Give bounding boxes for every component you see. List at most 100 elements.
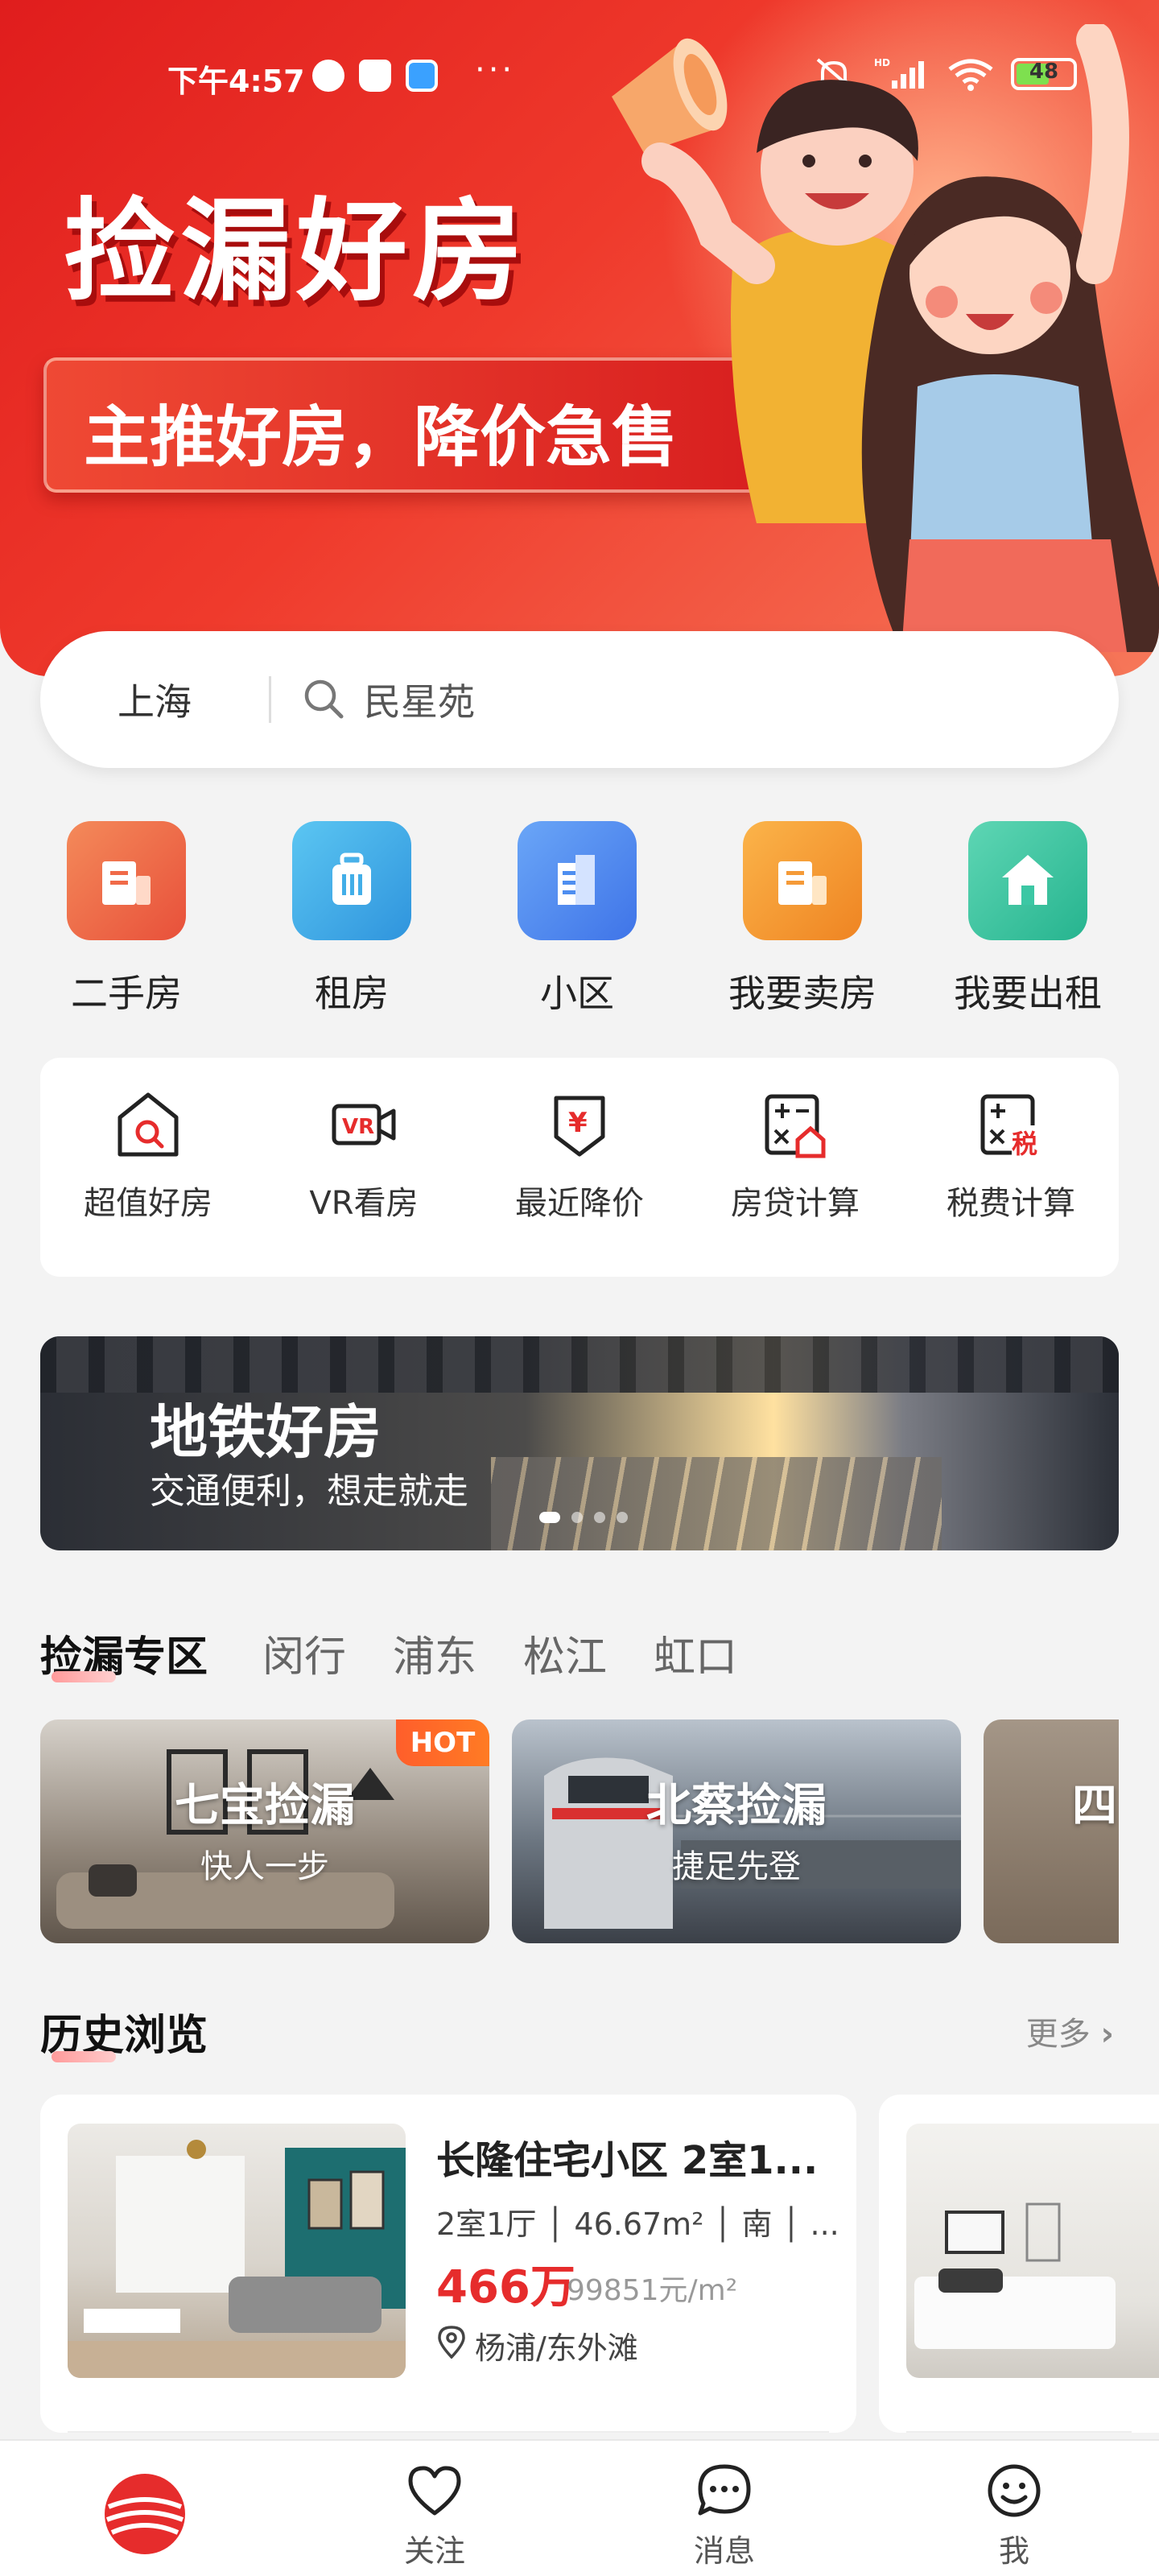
svg-text:税: 税 — [1012, 1129, 1037, 1159]
heart-icon — [408, 2466, 461, 2516]
app-page: 下午4:57 ··· HD 48 捡漏好房 主推好房，降价急售 上海 民星苑 二… — [0, 0, 1159, 2576]
zone-card-partial[interactable]: 四 — [984, 1719, 1119, 1943]
category-label: 二手房 — [71, 972, 182, 1015]
logo-icon — [105, 2474, 185, 2554]
bottom-tab-bar: 关注 消息 我 — [0, 2439, 1159, 2576]
banner-pagination — [539, 1512, 628, 1523]
cloud-icon — [359, 60, 391, 92]
category-row: 二手房 租房 小区 我要卖房 我要出租 — [0, 821, 1159, 1015]
pagination-dot — [617, 1512, 628, 1523]
hot-badge: HOT — [396, 1719, 489, 1766]
living-room-photo — [68, 2140, 406, 2378]
house-search-icon — [118, 1092, 179, 1157]
search-input[interactable]: 民星苑 — [364, 673, 475, 726]
metro-banner[interactable]: 地铁好房 交通便利，想走就走 — [40, 1336, 1119, 1550]
tab-minhang[interactable]: 闵行 — [262, 1623, 346, 1683]
tab-label: 我 — [998, 2533, 1029, 2569]
house-title: 长隆住宅小区 2室1... — [436, 2138, 819, 2183]
tab-favorites[interactable]: 关注 — [354, 2462, 515, 2570]
zone-card-title: 四 — [1072, 1780, 1117, 1832]
mortgage-calculator-icon — [765, 1094, 826, 1158]
tool-label: 超值好房 — [84, 1185, 212, 1222]
category-lease-out[interactable]: 我要出租 — [915, 821, 1140, 1018]
tool-label: VR看房 — [309, 1185, 419, 1222]
category-label: 租房 — [315, 972, 389, 1015]
tax-calculator-icon: 税 — [980, 1094, 1044, 1159]
tab-pudong[interactable]: 浦东 — [393, 1623, 476, 1683]
category-second-hand[interactable]: 二手房 — [14, 821, 239, 1018]
history-card[interactable]: 长隆住宅小区 2室1... 2室1厅 │ 46.67m² │ 南 │ ... 4… — [40, 2095, 856, 2433]
tab-songjiang[interactable]: 松江 — [523, 1623, 607, 1683]
house-specs: 2室1厅 │ 46.67m² │ 南 │ ... — [436, 2207, 839, 2242]
tab-label: 虹口 — [654, 1633, 738, 1682]
house-icon — [968, 821, 1087, 940]
chevron-right-icon: › — [1100, 2016, 1114, 2053]
location-pin-icon — [438, 2326, 465, 2359]
tab-hongkou[interactable]: 虹口 — [654, 1623, 737, 1683]
house-photo — [68, 2124, 406, 2378]
hero-banner[interactable]: 下午4:57 ··· HD 48 捡漏好房 主推好房，降价急售 — [0, 0, 1159, 676]
tab-underline — [52, 1671, 116, 1682]
zone-card-qibao[interactable]: 七宝捡漏 快人一步 HOT — [40, 1719, 489, 1943]
building-icon — [743, 821, 862, 940]
tab-label: 闵行 — [262, 1633, 347, 1682]
category-label: 我要卖房 — [728, 972, 876, 1015]
tool-vr-tour[interactable]: VR VR看房 — [256, 1090, 472, 1224]
more-label: 更多 — [1025, 2016, 1091, 2053]
bedroom-photo — [914, 2202, 1116, 2349]
svg-text:¥: ¥ — [568, 1107, 588, 1139]
tab-label: 松江 — [523, 1633, 608, 1682]
building-icon — [67, 821, 186, 940]
price-drop-icon: ¥ — [554, 1096, 605, 1157]
category-label: 小区 — [540, 972, 614, 1015]
zone-card-subtitle: 快人一步 — [200, 1848, 329, 1885]
zone-card-beicai[interactable]: 北蔡捡漏 捷足先登 — [512, 1719, 961, 1943]
status-time: 下午4:57 — [167, 64, 305, 99]
pagination-dot — [594, 1512, 605, 1523]
search-divider — [269, 676, 271, 723]
city-selector[interactable]: 上海 — [118, 673, 192, 726]
card-divider — [906, 2431, 1132, 2433]
tool-mortgage-calc[interactable]: 房贷计算 — [687, 1090, 903, 1224]
hero-illustration — [612, 24, 1159, 652]
house-location: 杨浦/东外滩 — [475, 2330, 638, 2366]
tool-label: 税费计算 — [947, 1185, 1075, 1222]
history-card-partial[interactable] — [879, 2095, 1159, 2433]
category-rent[interactable]: 租房 — [239, 821, 464, 1018]
house-price: 466万 — [436, 2261, 575, 2314]
tool-value-houses[interactable]: 超值好房 — [40, 1090, 256, 1224]
hero-subtitle: 主推好房，降价急售 — [84, 399, 678, 476]
tool-tax-calc[interactable]: 税 税费计算 — [903, 1090, 1119, 1224]
smile-icon — [988, 2464, 1041, 2517]
house-unit-price: 99851元/m² — [567, 2274, 738, 2307]
category-label: 我要出租 — [954, 972, 1102, 1015]
search-bar[interactable]: 上海 民星苑 — [40, 631, 1119, 768]
tab-messages[interactable]: 消息 — [644, 2462, 805, 2570]
tab-label: 关注 — [403, 2533, 465, 2569]
tools-card: 超值好房 VR VR看房 ¥ 最近降价 房贷计算 税 税费计算 — [40, 1058, 1119, 1277]
tool-price-drop[interactable]: ¥ 最近降价 — [472, 1090, 687, 1224]
megaphone-icon — [612, 38, 728, 153]
more-link[interactable]: 更多 › — [1026, 2008, 1114, 2054]
category-sell[interactable]: 我要卖房 — [690, 821, 915, 1018]
zone-card-subtitle: 捷足先登 — [672, 1848, 801, 1885]
suitcase-icon — [292, 821, 411, 940]
notification-icon — [312, 60, 344, 92]
hero-title: 捡漏好房 — [64, 190, 529, 314]
tab-label: 消息 — [693, 2533, 755, 2569]
pagination-dot — [571, 1512, 583, 1523]
apartment-icon — [518, 821, 637, 940]
category-community[interactable]: 小区 — [464, 821, 690, 1018]
banner-title: 地铁好房 — [150, 1398, 382, 1466]
banner-rails — [491, 1457, 942, 1550]
banner-subtitle: 交通便利，想走就走 — [150, 1471, 468, 1512]
zone-card-title: 北蔡捡漏 — [646, 1780, 827, 1832]
more-notifications-icon: ··· — [475, 52, 516, 89]
tab-bargain-zone[interactable]: 捡漏专区 — [40, 1623, 208, 1683]
history-title: 历史浏览 — [40, 2001, 208, 2062]
tab-me[interactable]: 我 — [934, 2462, 1095, 2570]
tab-home[interactable] — [64, 2470, 225, 2565]
card-divider — [68, 2431, 829, 2433]
tool-label: 房贷计算 — [731, 1185, 860, 1222]
title-underline — [52, 2051, 116, 2062]
